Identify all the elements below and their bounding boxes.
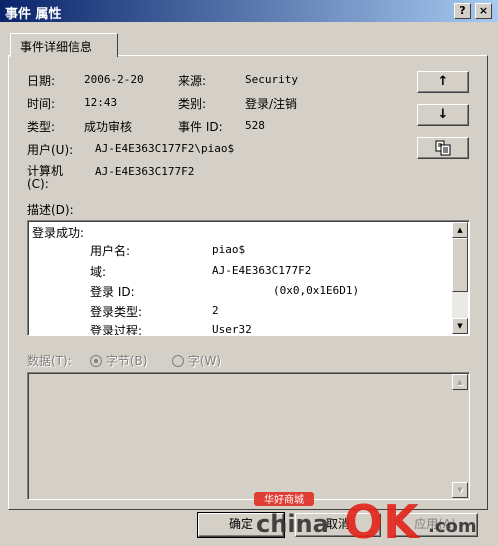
desc-value-username: piao$ xyxy=(212,243,246,256)
window-title: 事件 属性 xyxy=(5,7,62,22)
user-label: 用户(U): xyxy=(27,143,74,157)
description-textbox[interactable]: 登录成功: 用户名: piao$ 域: AJ-E4E363C177F2 登录 I… xyxy=(27,220,470,336)
time-label: 时间: xyxy=(27,97,56,111)
desc-key-logon-type: 登录类型: xyxy=(90,305,143,319)
data-scroll-down-button: ▼ xyxy=(452,482,468,498)
data-textbox: ▲ ▼ xyxy=(27,372,470,500)
previous-event-button[interactable]: ↑ xyxy=(417,71,469,93)
description-scrollbar[interactable]: ▲ ▼ xyxy=(452,222,468,334)
tab-event-details[interactable]: 事件详细信息 xyxy=(10,33,118,57)
bytes-radio[interactable]: 字节(B) xyxy=(90,352,147,369)
event-id-value: 528 xyxy=(245,119,265,132)
copy-icon xyxy=(435,140,451,156)
desc-key-logon-id: 登录 ID: xyxy=(90,285,135,299)
scroll-up-button[interactable]: ▲ xyxy=(452,222,468,238)
help-button[interactable]: ? xyxy=(454,3,471,19)
desc-value-logon-id: (0x0,0x1E6D1) xyxy=(273,284,360,297)
apply-button[interactable]: 应用(A) xyxy=(392,513,478,537)
event-id-label: 事件 ID: xyxy=(178,120,223,134)
desc-key-logon-process: 登录过程: xyxy=(90,324,143,336)
desc-value-logon-type: 2 xyxy=(212,304,219,317)
next-event-button[interactable]: ↓ xyxy=(417,104,469,126)
cancel-button[interactable]: 取消 xyxy=(295,513,381,537)
words-radio-label: 字(W) xyxy=(187,354,222,368)
type-value: 成功审核 xyxy=(84,120,133,134)
time-value: 12:43 xyxy=(84,96,118,109)
words-radio-circle xyxy=(172,355,184,367)
date-value: 2006-2-20 xyxy=(84,73,144,86)
category-value: 登录/注销 xyxy=(245,97,298,111)
desc-key-username: 用户名: xyxy=(90,244,131,258)
scroll-thumb[interactable] xyxy=(452,238,468,292)
desc-value-logon-process: User32 xyxy=(212,323,252,336)
source-label: 来源: xyxy=(178,74,207,88)
bytes-radio-label: 字节(B) xyxy=(105,354,148,368)
description-label: 描述(D): xyxy=(27,203,74,217)
source-value: Security xyxy=(245,73,298,86)
desc-value-domain: AJ-E4E363C177F2 xyxy=(212,264,312,277)
computer-value: AJ-E4E363C177F2 xyxy=(95,165,195,178)
ok-button[interactable]: 确定 xyxy=(197,512,285,538)
close-button[interactable]: × xyxy=(475,3,492,19)
copy-button[interactable] xyxy=(417,137,469,159)
data-label: 数据(T): xyxy=(27,354,72,368)
desc-key-domain: 域: xyxy=(90,265,107,279)
date-label: 日期: xyxy=(27,74,56,88)
data-scroll-up-button: ▲ xyxy=(452,374,468,390)
window-titlebar[interactable]: 事件 属性 xyxy=(0,0,498,22)
type-label: 类型: xyxy=(27,120,56,134)
computer-label-suffix: (C): xyxy=(27,177,49,191)
description-heading: 登录成功: xyxy=(32,226,85,240)
user-value: AJ-E4E363C177F2\piao$ xyxy=(95,142,235,155)
data-scrollbar: ▲ ▼ xyxy=(452,374,468,498)
category-label: 类别: xyxy=(178,97,207,111)
scroll-down-button[interactable]: ▼ xyxy=(452,318,468,334)
words-radio[interactable]: 字(W) xyxy=(172,352,221,369)
bytes-radio-circle xyxy=(90,355,102,367)
